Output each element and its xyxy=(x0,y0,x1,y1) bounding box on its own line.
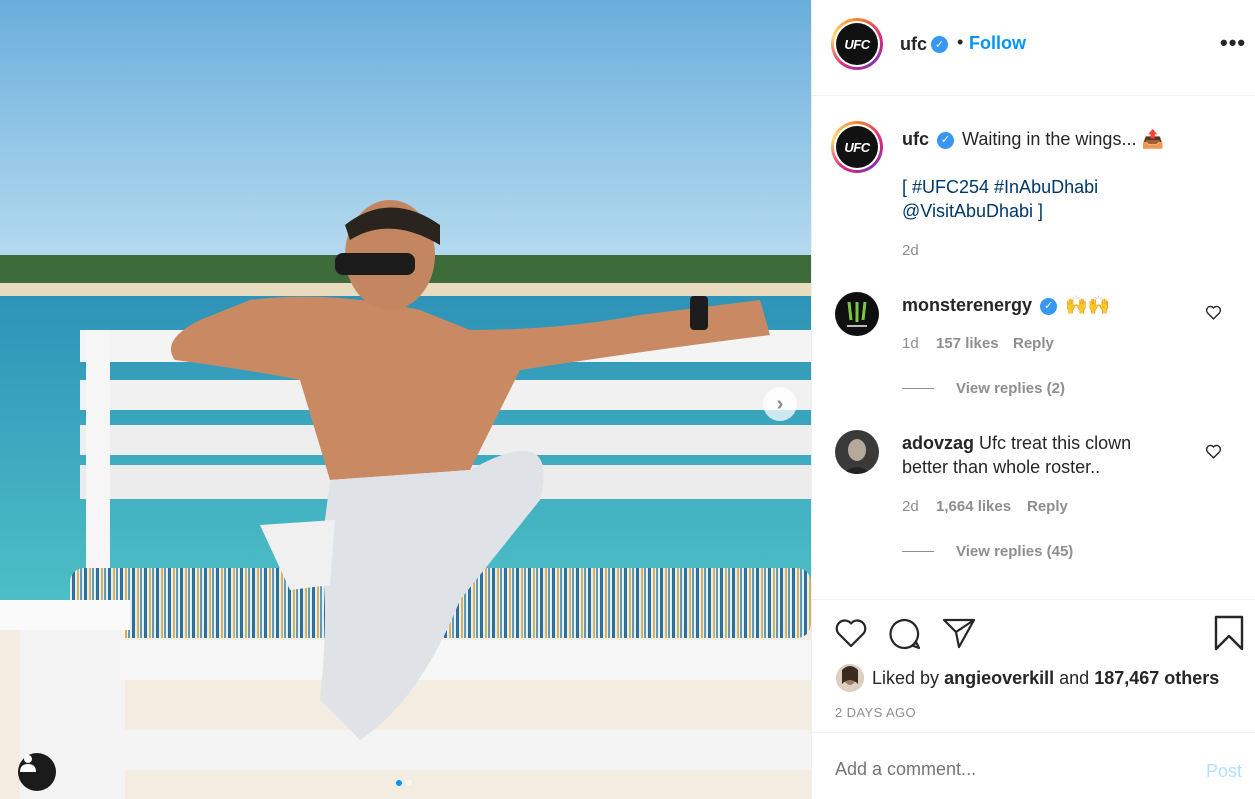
comment-reply-button[interactable]: Reply xyxy=(1013,335,1054,352)
replies-divider xyxy=(902,551,934,552)
post-detail-panel: UFC ufc ✓ • Follow ••• UFC ufc ✓ Waiting… xyxy=(811,0,1255,799)
monster-logo-icon xyxy=(847,301,867,327)
next-photo-button[interactable]: › xyxy=(763,387,797,421)
comment-input[interactable] xyxy=(835,759,1175,780)
verified-badge-icon: ✓ xyxy=(937,131,955,149)
comment-like-heart-icon[interactable] xyxy=(1205,443,1222,460)
commenter-avatar[interactable] xyxy=(835,430,879,474)
comment-likes[interactable]: 1,664 likes xyxy=(936,498,1011,515)
carousel-dot-active xyxy=(396,780,402,786)
caption-age[interactable]: 2d xyxy=(902,242,919,259)
more-options-icon[interactable]: ••• xyxy=(1220,30,1246,56)
chevron-right-icon: › xyxy=(776,392,784,415)
post-photo[interactable]: › xyxy=(0,0,811,799)
comment-reply-button[interactable]: Reply xyxy=(1027,498,1068,515)
view-replies-button[interactable]: View replies (2) xyxy=(956,380,1065,397)
comment-age[interactable]: 1d xyxy=(902,335,919,352)
replies-divider xyxy=(902,388,934,389)
post-header: UFC ufc ✓ • Follow ••• xyxy=(812,0,1255,96)
comment-text: 🙌🙌 xyxy=(1065,295,1110,315)
author-avatar[interactable]: UFC xyxy=(831,18,883,70)
commenter-avatar[interactable] xyxy=(835,292,879,336)
comment-text: Ufc treat this clown xyxy=(979,433,1132,453)
caption-hashtags[interactable]: [ #UFC254 #InAbuDhabi xyxy=(902,175,1098,199)
face-avatar-icon xyxy=(843,439,871,474)
verified-badge-icon: ✓ xyxy=(1040,297,1058,315)
share-icon[interactable] xyxy=(942,617,976,649)
post-timestamp[interactable]: 2 DAYS AGO xyxy=(835,705,916,720)
likes-summary: Liked by angieoverkill and 187,467 other… xyxy=(836,664,1219,692)
caption-text: Waiting in the wings... 📤 xyxy=(962,129,1164,149)
post-comment-button[interactable]: Post xyxy=(1206,761,1242,782)
face-avatar-icon xyxy=(836,664,864,692)
photo-illustration xyxy=(0,0,811,799)
liked-by-prefix: Liked by xyxy=(872,667,940,688)
verified-badge-icon: ✓ xyxy=(931,36,948,53)
user-tags-button[interactable] xyxy=(18,753,56,791)
avatar-logo-text: UFC xyxy=(836,126,878,168)
carousel-dot xyxy=(406,780,412,786)
view-replies-button[interactable]: View replies (45) xyxy=(956,543,1073,560)
user-tag-icon xyxy=(20,755,36,772)
heart-icon[interactable] xyxy=(834,617,868,649)
carousel-indicator xyxy=(396,780,412,786)
comment-like-heart-icon[interactable] xyxy=(1205,304,1222,321)
caption-username[interactable]: ufc xyxy=(902,129,929,149)
caption-mention[interactable]: @VisitAbuDhabi ] xyxy=(902,199,1043,223)
bookmark-icon[interactable] xyxy=(1213,615,1245,651)
avatar-logo-text: UFC xyxy=(836,23,878,65)
post-actions: Liked by angieoverkill and 187,467 other… xyxy=(812,599,1255,733)
caption-avatar[interactable]: UFC xyxy=(831,121,883,173)
comment-username[interactable]: adovzag xyxy=(902,433,974,453)
comment-username[interactable]: monsterenergy xyxy=(902,295,1032,315)
liked-by-and: and xyxy=(1059,667,1090,688)
author-username[interactable]: ufc xyxy=(900,34,927,55)
liked-by-count[interactable]: 187,467 others xyxy=(1094,668,1219,688)
comment-icon[interactable] xyxy=(888,617,922,651)
liked-by-user[interactable]: angieoverkill xyxy=(944,668,1054,688)
liker-avatar[interactable] xyxy=(836,664,864,692)
follow-button[interactable]: Follow xyxy=(969,33,1026,54)
add-comment-bar: Post xyxy=(812,733,1255,799)
comment-text-continued: better than whole roster.. xyxy=(902,457,1101,477)
comment-likes[interactable]: 157 likes xyxy=(936,335,999,352)
header-separator: • xyxy=(957,32,964,52)
comment-age[interactable]: 2d xyxy=(902,498,919,515)
comments-list[interactable]: UFC ufc ✓ Waiting in the wings... 📤 [ #U… xyxy=(812,97,1255,599)
